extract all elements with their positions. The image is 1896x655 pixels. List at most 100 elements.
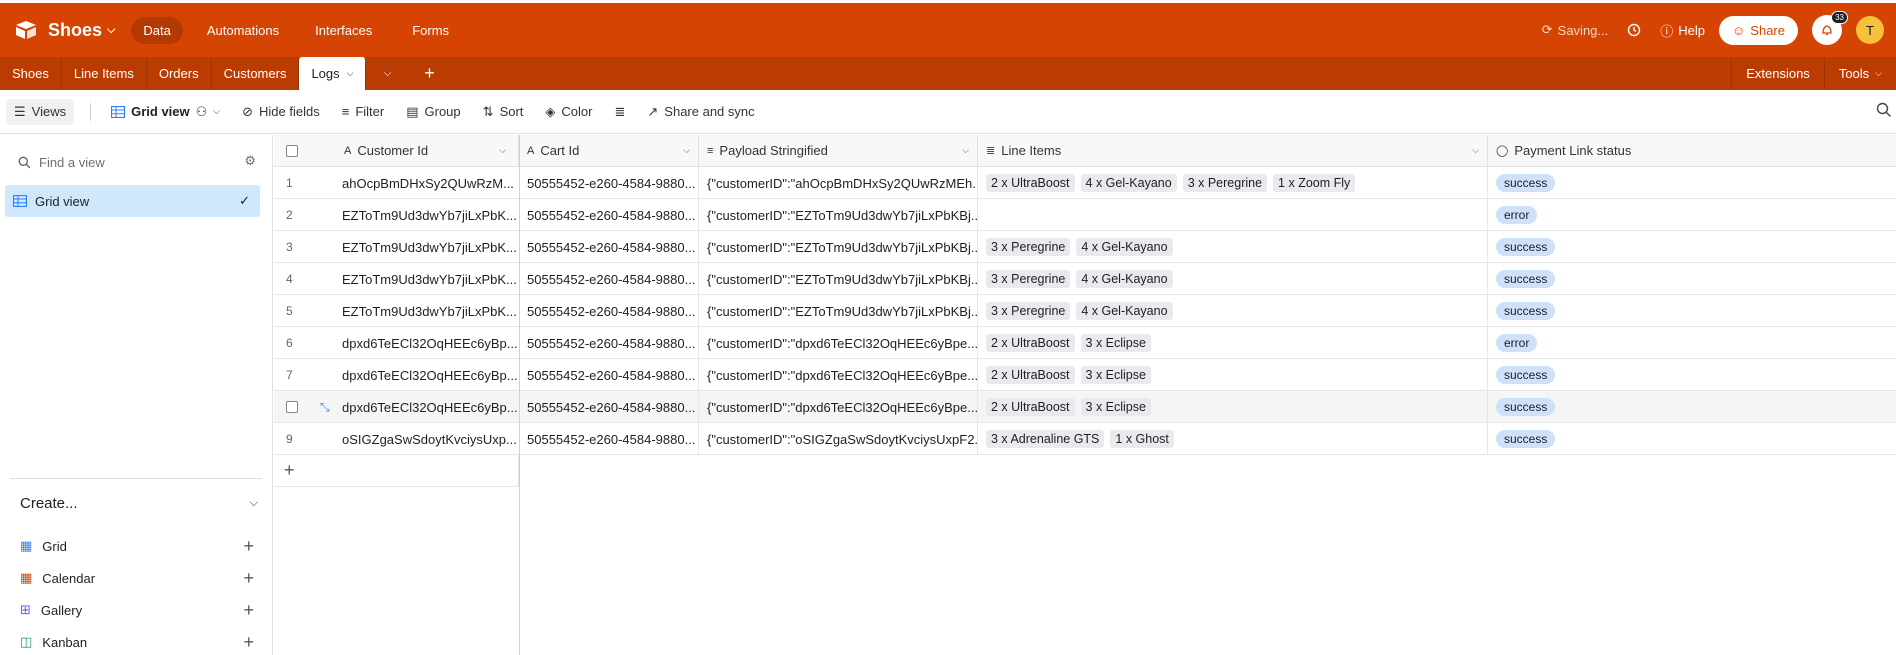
add-table-icon[interactable]: + bbox=[408, 57, 450, 90]
column-header-cart-id[interactable]: A Cart Id ⌵ bbox=[519, 135, 699, 167]
customer-id-cell[interactable]: EZToTm9Ud3dwYb7jiLxPbK... bbox=[334, 199, 519, 231]
table-row[interactable]: 5 EZToTm9Ud3dwYb7jiLxPbK... 50555452-e260-… bbox=[274, 295, 1896, 327]
table-row[interactable]: 6 dpxd6TeECl32OqHEEc6yBp... 50555452-e260-… bbox=[274, 327, 1896, 359]
base-name[interactable]: Shoes ⌵ bbox=[48, 20, 115, 41]
table-row[interactable]: 1 ahOcpBmDHxSy2QUwRzM... 50555452-e260-458… bbox=[274, 167, 1896, 199]
line-items-cell[interactable]: 2 x UltraBoost 3 x Eclipse bbox=[978, 327, 1488, 359]
customer-id-cell[interactable]: EZToTm9Ud3dwYb7jiLxPbK... bbox=[334, 263, 519, 295]
gear-icon[interactable]: ⚙ bbox=[244, 153, 256, 169]
line-items-cell[interactable]: 3 x Peregrine 4 x Gel-Kayano bbox=[978, 231, 1488, 263]
tab-orders[interactable]: Orders bbox=[147, 57, 212, 90]
line-items-cell[interactable]: 2 x UltraBoost 4 x Gel-Kayano 3 x Peregrin… bbox=[978, 167, 1488, 199]
column-header-line-items[interactable]: ≣ Line Items ⌵ bbox=[978, 135, 1488, 167]
table-row[interactable]: 3 EZToTm9Ud3dwYb7jiLxPbK... 50555452-e260-… bbox=[274, 231, 1896, 263]
plus-icon[interactable]: + bbox=[243, 633, 254, 651]
customer-id-cell[interactable]: dpxd6TeECl32OqHEEc6yBp... bbox=[334, 391, 519, 423]
plus-icon[interactable]: + bbox=[243, 601, 254, 619]
cart-id-cell[interactable]: 50555452-e260-4584-9880... bbox=[519, 359, 699, 391]
views-toggle-button[interactable]: ☰ Views bbox=[6, 98, 75, 125]
color-button[interactable]: ◈ Color bbox=[537, 99, 600, 125]
table-row[interactable]: 2 EZToTm9Ud3dwYb7jiLxPbK... 50555452-e260-… bbox=[274, 199, 1896, 231]
base-logo-icon[interactable] bbox=[14, 18, 38, 42]
help-button[interactable]: ⓘ Help bbox=[1660, 21, 1705, 40]
payment-status-cell[interactable]: error bbox=[1488, 327, 1896, 359]
plus-icon[interactable]: + bbox=[243, 569, 254, 587]
payment-status-cell[interactable]: success bbox=[1488, 359, 1896, 391]
line-items-cell[interactable]: 2 x UltraBoost 3 x Eclipse bbox=[978, 359, 1488, 391]
create-grid-item[interactable]: ▦ Grid + bbox=[20, 535, 254, 557]
payment-status-cell[interactable]: success bbox=[1488, 391, 1896, 423]
payment-status-cell[interactable]: success bbox=[1488, 167, 1896, 199]
cart-id-cell[interactable]: 50555452-e260-4584-9880... bbox=[519, 423, 699, 455]
nav-data[interactable]: Data bbox=[131, 16, 183, 44]
payment-status-cell[interactable]: error bbox=[1488, 199, 1896, 231]
payload-cell[interactable]: {"customerID":"EZToTm9Ud3dwYb7jiLxPbKBj.… bbox=[699, 295, 978, 327]
customer-id-cell[interactable]: oSIGZgaSwSdoytKvciysUxp... bbox=[334, 423, 519, 455]
column-header-payload[interactable]: ≡ Payload Stringified ⌵ bbox=[699, 135, 978, 167]
avatar[interactable]: T bbox=[1856, 16, 1884, 44]
payload-cell[interactable]: {"customerID":"EZToTm9Ud3dwYb7jiLxPbKBj.… bbox=[699, 231, 978, 263]
nav-interfaces[interactable]: Interfaces bbox=[303, 17, 384, 44]
cart-id-cell[interactable]: 50555452-e260-4584-9880... bbox=[519, 391, 699, 423]
share-sync-button[interactable]: ↗ Share and sync bbox=[639, 99, 762, 125]
cart-id-cell[interactable]: 50555452-e260-4584-9880... bbox=[519, 295, 699, 327]
sidebar-item-grid-view[interactable]: Grid view ✓ bbox=[5, 185, 260, 217]
create-calendar-item[interactable]: ▦ Calendar + bbox=[20, 567, 254, 589]
create-view-section[interactable]: Create... ⌵ bbox=[20, 495, 258, 512]
customer-id-cell[interactable]: EZToTm9Ud3dwYb7jiLxPbK... bbox=[334, 231, 519, 263]
all-tables-chevron-icon[interactable]: ⌵ bbox=[366, 57, 408, 90]
payload-cell[interactable]: {"customerID":"EZToTm9Ud3dwYb7jiLxPbKBj.… bbox=[699, 263, 978, 295]
cart-id-cell[interactable]: 50555452-e260-4584-9880... bbox=[519, 263, 699, 295]
select-all-checkbox[interactable] bbox=[286, 144, 298, 157]
search-icon[interactable] bbox=[1876, 102, 1892, 121]
view-switcher-button[interactable]: Grid view ⚇ ⌵ bbox=[103, 99, 228, 125]
payload-cell[interactable]: {"customerID":"dpxd6TeECl32OqHEEc6yBpe..… bbox=[699, 391, 978, 423]
notifications-button[interactable]: 33 bbox=[1812, 11, 1848, 45]
payment-status-cell[interactable]: success bbox=[1488, 423, 1896, 455]
line-items-cell[interactable]: 3 x Peregrine 4 x Gel-Kayano bbox=[978, 263, 1488, 295]
cart-id-cell[interactable]: 50555452-e260-4584-9880... bbox=[519, 167, 699, 199]
sort-button[interactable]: ⇅ Sort bbox=[475, 99, 532, 125]
plus-icon[interactable]: + bbox=[243, 537, 254, 555]
payment-status-cell[interactable]: success bbox=[1488, 263, 1896, 295]
expand-record-icon[interactable]: ⤡ bbox=[320, 400, 330, 415]
history-icon[interactable] bbox=[1622, 18, 1646, 42]
tab-line-items[interactable]: Line Items bbox=[62, 57, 147, 90]
group-button[interactable]: ▤ Group bbox=[398, 99, 468, 125]
cart-id-cell[interactable]: 50555452-e260-4584-9880... bbox=[519, 327, 699, 359]
payload-cell[interactable]: {"customerID":"oSIGZgaSwSdoytKvciysUxpF2… bbox=[699, 423, 978, 455]
row-height-button[interactable]: ≣ bbox=[606, 99, 633, 125]
create-kanban-item[interactable]: ◫ Kanban + bbox=[20, 631, 254, 653]
cart-id-cell[interactable]: 50555452-e260-4584-9880... bbox=[519, 231, 699, 263]
payload-cell[interactable]: {"customerID":"dpxd6TeECl32OqHEEc6yBpe..… bbox=[699, 327, 978, 359]
create-gallery-item[interactable]: ⊞ Gallery + bbox=[20, 599, 254, 621]
nav-automations[interactable]: Automations bbox=[195, 17, 291, 44]
line-items-cell[interactable]: 3 x Adrenaline GTS 1 x Ghost bbox=[978, 423, 1488, 455]
extensions-button[interactable]: Extensions bbox=[1731, 57, 1824, 90]
tab-logs[interactable]: Logs ⌵ bbox=[299, 57, 367, 90]
payload-cell[interactable]: {"customerID":"EZToTm9Ud3dwYb7jiLxPbKBj.… bbox=[699, 199, 978, 231]
payment-status-cell[interactable]: success bbox=[1488, 231, 1896, 263]
line-items-cell[interactable]: 3 x Peregrine 4 x Gel-Kayano bbox=[978, 295, 1488, 327]
table-row[interactable]: 4 EZToTm9Ud3dwYb7jiLxPbK... 50555452-e260-… bbox=[274, 263, 1896, 295]
customer-id-cell[interactable]: dpxd6TeECl32OqHEEc6yBp... bbox=[334, 327, 519, 359]
row-checkbox[interactable] bbox=[286, 401, 298, 413]
customer-id-cell[interactable]: dpxd6TeECl32OqHEEc6yBp... bbox=[334, 359, 519, 391]
payload-cell[interactable]: {"customerID":"dpxd6TeECl32OqHEEc6yBpe..… bbox=[699, 359, 978, 391]
find-view-input[interactable]: Find a view ⚙ bbox=[10, 147, 262, 177]
customer-id-cell[interactable]: ahOcpBmDHxSy2QUwRzM... bbox=[334, 167, 519, 199]
filter-button[interactable]: ≡ Filter bbox=[334, 99, 392, 124]
tab-customers[interactable]: Customers bbox=[212, 57, 300, 90]
payment-status-cell[interactable]: success bbox=[1488, 295, 1896, 327]
tab-shoes[interactable]: Shoes bbox=[0, 57, 62, 90]
customer-id-cell[interactable]: EZToTm9Ud3dwYb7jiLxPbK... bbox=[334, 295, 519, 327]
table-row[interactable]: 9 oSIGZgaSwSdoytKvciysUxp... 50555452-e260… bbox=[274, 423, 1896, 455]
column-header-payment-link-status[interactable]: ◯ Payment Link status bbox=[1488, 135, 1896, 167]
tools-button[interactable]: Tools ⌵ bbox=[1823, 57, 1896, 90]
hide-fields-button[interactable]: ⊘ Hide fields bbox=[234, 99, 328, 125]
line-items-cell[interactable]: 2 x UltraBoost 3 x Eclipse bbox=[978, 391, 1488, 423]
share-button[interactable]: ☺ Share bbox=[1719, 15, 1798, 45]
payload-cell[interactable]: {"customerID":"ahOcpBmDHxSy2QUwRzMEh... bbox=[699, 167, 978, 199]
table-row[interactable]: ⤡ dpxd6TeECl32OqHEEc6yBp... 50555452-e260-… bbox=[274, 391, 1896, 423]
nav-forms[interactable]: Forms bbox=[400, 17, 461, 44]
